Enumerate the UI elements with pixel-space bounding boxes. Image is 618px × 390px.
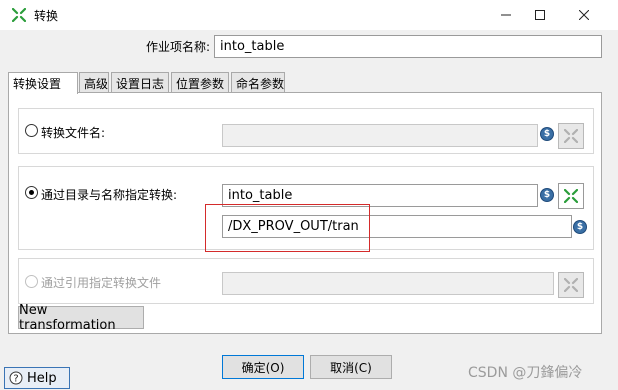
svg-text:?: ? <box>13 374 18 385</box>
by-filename-label: 转换文件名: <box>41 126 106 140</box>
radio-by-directory[interactable] <box>25 186 38 199</box>
new-transformation-button[interactable]: New transformation <box>18 303 144 333</box>
radio-by-reference[interactable] <box>25 275 38 288</box>
tab-logging[interactable]: 设置日志 <box>111 72 169 92</box>
transformation-filename-input[interactable] <box>222 124 538 147</box>
tab-advanced[interactable]: 高级 <box>79 72 109 92</box>
window-title: 转换 <box>34 9 59 23</box>
minimize-icon <box>501 14 511 16</box>
help-label: Help <box>27 370 57 386</box>
reference-input[interactable] <box>222 272 554 295</box>
spoon-transformation-icon <box>564 129 578 143</box>
maximize-icon <box>535 10 545 20</box>
job-entry-name-label: 作业项名称: <box>146 40 211 54</box>
highlight-box <box>205 204 370 252</box>
tab-named-params[interactable]: 命名参数 <box>231 72 285 92</box>
browse-reference-button[interactable] <box>558 272 584 298</box>
variable-icon: $ <box>541 189 553 201</box>
spoon-transformation-icon <box>564 189 578 203</box>
tab-positional-params[interactable]: 位置参数 <box>171 72 229 92</box>
spoon-transformation-icon <box>564 278 578 292</box>
tab-transformation-settings[interactable]: 转换设置 <box>8 72 78 94</box>
by-directory-label: 通过目录与名称指定转换: <box>41 188 178 202</box>
watermark: CSDN @刀鋒偏冷 <box>468 365 583 381</box>
variable-icon: $ <box>574 221 586 233</box>
ok-button[interactable]: 确定(O) <box>222 355 304 379</box>
spoon-transformation-icon <box>12 8 26 22</box>
help-icon: ? <box>9 371 23 385</box>
close-button[interactable] <box>562 0 606 30</box>
by-reference-label: 通过引用指定转换文件 <box>41 276 162 290</box>
browse-file-button[interactable] <box>558 123 584 149</box>
browse-repository-button[interactable] <box>558 183 584 209</box>
cancel-button[interactable]: 取消(C) <box>310 355 392 379</box>
close-icon <box>579 10 589 20</box>
maximize-button[interactable] <box>518 0 562 30</box>
help-button[interactable]: ? Help <box>4 367 70 389</box>
radio-by-filename[interactable] <box>25 124 38 137</box>
job-entry-name-input[interactable]: into_table <box>214 35 602 58</box>
variable-icon: $ <box>541 128 553 140</box>
